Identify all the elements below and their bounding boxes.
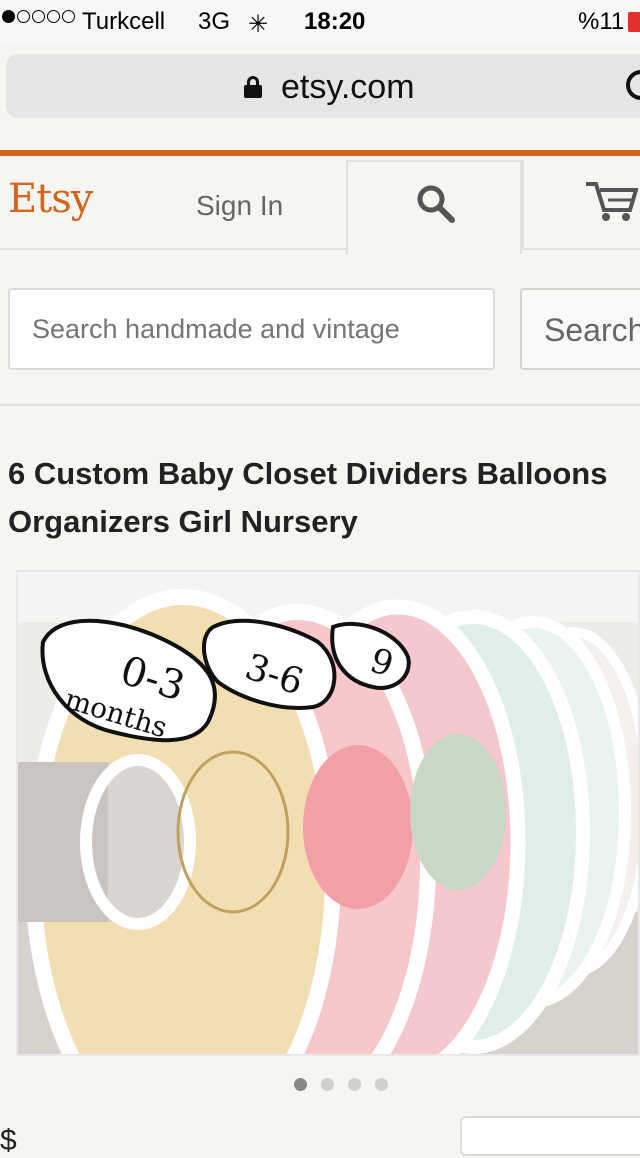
closet-dividers-image: 0-3 months 3-6 9 [18,572,638,1054]
address-domain[interactable]: etsy.com [281,68,415,107]
signal-strength-icon [2,10,75,23]
battery-icon [628,12,640,32]
network-type: 3G [198,8,231,35]
section-divider [0,404,640,406]
cart-tab[interactable] [522,160,640,250]
listing-photo[interactable]: 0-3 months 3-6 9 [16,570,640,1056]
add-to-cart-button[interactable] [460,1116,640,1156]
listing-title[interactable]: 6 Custom Baby Closet Dividers Balloons O… [8,450,640,546]
carousel-dot-2[interactable] [321,1078,334,1091]
lock-icon [244,76,262,98]
battery-percentage: %11 [578,8,625,35]
status-bar: Turkcell 3G ✳ 18:20 %11 [0,0,640,44]
carrier-name: Turkcell [82,8,166,35]
carousel-dot-4[interactable] [375,1078,388,1091]
image-carousel-dots[interactable] [294,1078,388,1091]
search-icon [417,185,455,223]
search-tab[interactable] [346,160,522,254]
listing-price: $ [0,1124,17,1157]
etsy-logo[interactable]: Etsy [8,176,93,222]
search-button[interactable]: Search [520,288,640,370]
sign-in-link[interactable]: Sign In [196,190,283,222]
search-input[interactable] [8,288,495,370]
carousel-dot-1[interactable] [294,1078,307,1091]
loading-spinner-icon: ✳ [248,11,269,38]
carousel-dot-3[interactable] [348,1078,361,1091]
clock: 18:20 [304,8,366,35]
cart-icon [586,182,638,221]
